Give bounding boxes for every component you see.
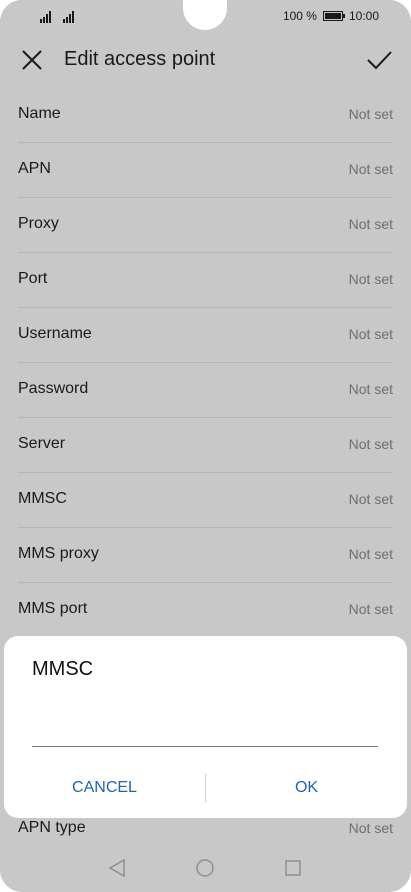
- field-row-mms-proxy[interactable]: MMS proxy Not set: [18, 528, 393, 583]
- field-value: Not set: [348, 271, 393, 287]
- status-bar: 100 % 10:00: [0, 0, 411, 32]
- field-row-mms-port[interactable]: MMS port Not set: [18, 583, 393, 638]
- field-label: Proxy: [18, 215, 59, 232]
- navigation-bar: [0, 850, 411, 892]
- field-label: Password: [18, 380, 89, 397]
- field-value: Not set: [348, 436, 393, 452]
- field-value: Not set: [348, 326, 393, 342]
- dialog-actions: CANCEL OK: [4, 770, 407, 806]
- field-row-proxy[interactable]: Proxy Not set: [18, 198, 393, 253]
- field-value: Not set: [348, 491, 393, 507]
- page-title: Edit access point: [64, 48, 216, 70]
- field-row-name[interactable]: Name Not set: [18, 88, 393, 143]
- field-label: APN type: [18, 819, 86, 836]
- ok-button[interactable]: OK: [206, 770, 407, 806]
- camera-notch: [183, 0, 227, 30]
- field-row-port[interactable]: Port Not set: [18, 253, 393, 308]
- field-label: Port: [18, 270, 48, 287]
- field-value: Not set: [348, 601, 393, 617]
- clock: 10:00: [348, 9, 379, 23]
- home-icon[interactable]: [195, 858, 215, 878]
- field-row-username[interactable]: Username Not set: [18, 308, 393, 363]
- field-label: APN: [18, 160, 51, 177]
- mmsc-dialog: MMSC CANCEL OK: [4, 636, 407, 818]
- toolbar: Edit access point: [0, 32, 411, 88]
- field-label: Name: [18, 105, 61, 122]
- field-row-apn[interactable]: APN Not set: [18, 143, 393, 198]
- mmsc-input[interactable]: [32, 714, 378, 747]
- settings-list: Name Not set APN Not set Proxy Not set P…: [0, 88, 411, 638]
- close-icon[interactable]: [18, 46, 46, 74]
- battery-percent: 100 %: [282, 9, 317, 23]
- field-label: MMSC: [18, 490, 67, 507]
- status-right: 100 % 10:00: [283, 9, 379, 23]
- phone-screen: 100 % 10:00 Edit access point Name Not s…: [0, 0, 411, 892]
- field-value: Not set: [348, 820, 393, 836]
- signal-icon: [40, 11, 74, 23]
- check-icon[interactable]: [365, 46, 393, 74]
- field-label: MMS port: [18, 600, 88, 617]
- dialog-title: MMSC: [32, 658, 94, 680]
- field-value: Not set: [348, 161, 393, 177]
- field-label: MMS proxy: [18, 545, 99, 562]
- field-label: Username: [18, 325, 92, 342]
- field-row-server[interactable]: Server Not set: [18, 418, 393, 473]
- field-value: Not set: [348, 381, 393, 397]
- recent-apps-icon[interactable]: [284, 859, 302, 877]
- back-icon[interactable]: [108, 858, 126, 878]
- field-value: Not set: [348, 546, 393, 562]
- field-value: Not set: [348, 106, 393, 122]
- cancel-button[interactable]: CANCEL: [4, 770, 205, 806]
- battery-icon: [322, 11, 345, 21]
- field-row-mmsc[interactable]: MMSC Not set: [18, 473, 393, 528]
- field-value: Not set: [348, 216, 393, 232]
- field-label: Server: [18, 435, 66, 452]
- field-row-password[interactable]: Password Not set: [18, 363, 393, 418]
